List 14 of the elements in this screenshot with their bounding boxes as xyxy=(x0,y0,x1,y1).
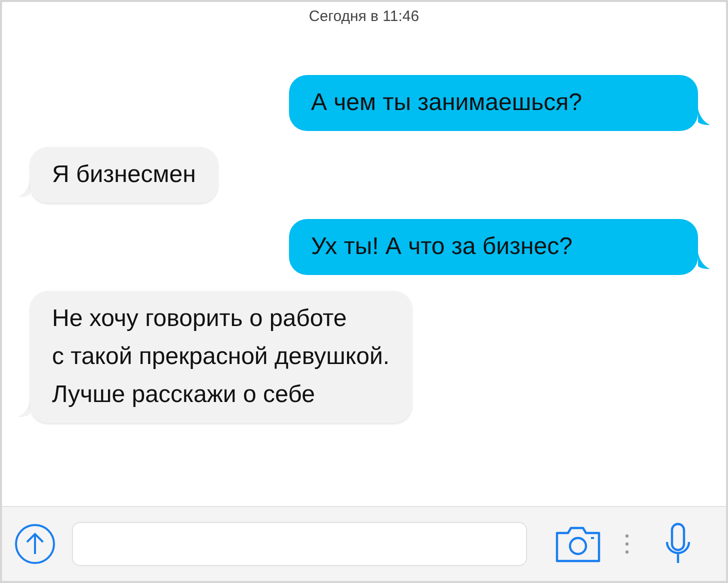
bubble-tail xyxy=(698,253,710,269)
message-timestamp: Сегодня в 11:46 xyxy=(308,8,420,25)
message-bubble: Не хочу говорить о работе с такой прекрасной девушкой. Лучше расскажи о себе xyxy=(30,291,412,423)
upload-icon[interactable] xyxy=(14,523,56,565)
more-icon[interactable] xyxy=(625,534,629,554)
message-input-field[interactable] xyxy=(72,522,527,566)
message-bubble: А чем ты занимаешься? xyxy=(289,75,698,131)
bubble-tail xyxy=(18,181,30,197)
microphone-icon[interactable] xyxy=(665,522,691,566)
camera-icon[interactable] xyxy=(555,525,601,563)
bubble-tail xyxy=(698,109,710,125)
bubble-tail xyxy=(18,401,30,417)
message-bubble: Ух ты! А что за бизнес? xyxy=(289,219,698,275)
message-bubble: Я бизнесмен xyxy=(30,147,218,203)
